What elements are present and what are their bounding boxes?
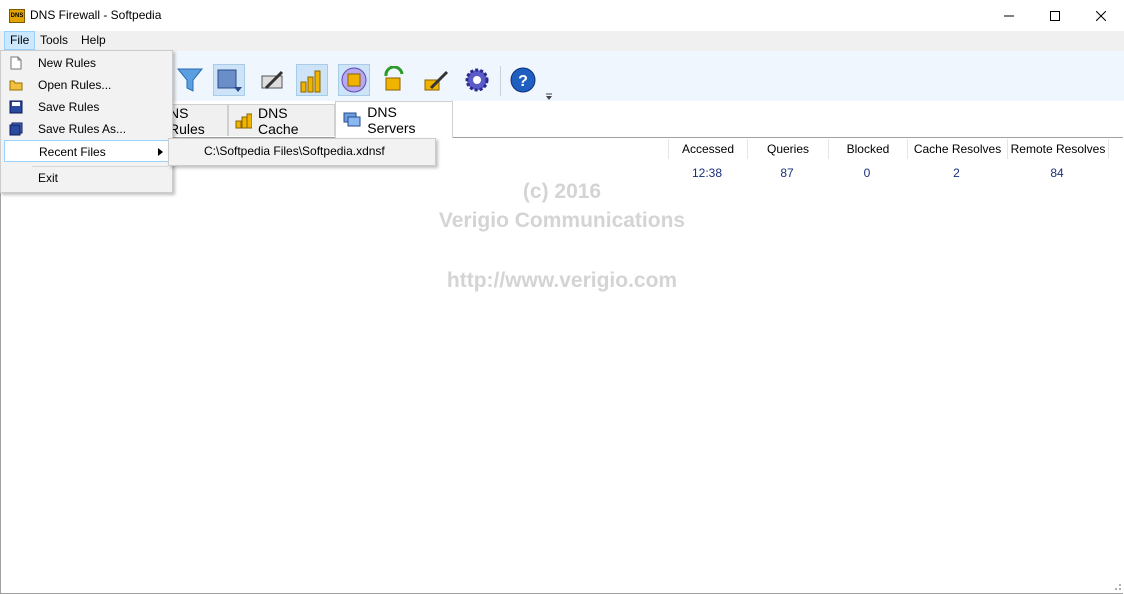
toolbar-separator — [500, 66, 501, 96]
refresh-coins-button[interactable] — [378, 64, 410, 96]
minimize-icon — [1004, 15, 1014, 16]
column-header-accessed[interactable]: Accessed — [668, 139, 747, 159]
save-disk-icon — [9, 100, 23, 114]
cell-cache-resolves: 2 — [953, 166, 960, 180]
new-document-icon — [10, 56, 22, 70]
menu-item-new-rules[interactable]: New Rules — [1, 52, 169, 74]
tab-label: DNS Cache — [258, 104, 299, 137]
chart-button[interactable] — [296, 64, 328, 96]
resize-grip-icon — [1115, 584, 1121, 590]
help-icon: ? — [510, 67, 536, 93]
watermark-copyright: (c) 2016 — [522, 180, 602, 203]
filter-icon — [176, 68, 204, 92]
maximize-icon — [1050, 10, 1060, 21]
menu-item-open-rules[interactable]: Open Rules... — [1, 74, 169, 96]
overflow-icon — [546, 93, 552, 100]
view-dropdown-button[interactable] — [213, 64, 245, 96]
cell-accessed: 12:38 — [691, 166, 723, 180]
tab-label: DNS Servers — [367, 104, 416, 136]
close-button[interactable] — [1078, 0, 1124, 31]
maximize-button[interactable] — [1032, 0, 1078, 31]
watermark-url: http://www.verigio.com — [446, 269, 678, 292]
servers-icon — [343, 112, 361, 127]
dropdown-view-icon — [217, 69, 242, 92]
clear-button[interactable] — [419, 64, 451, 96]
help-button[interactable]: ? — [507, 64, 539, 96]
menu-tools[interactable]: Tools — [35, 31, 73, 50]
column-header-queries[interactable]: Queries — [747, 139, 828, 159]
coins-icon — [341, 67, 367, 93]
minimize-button[interactable] — [986, 0, 1032, 31]
tab-label: NS Rules — [169, 104, 205, 137]
settings-button[interactable] — [461, 64, 493, 96]
open-folder-icon — [9, 80, 23, 91]
coins-button[interactable] — [338, 64, 370, 96]
resize-grip[interactable] — [1110, 579, 1122, 591]
cell-remote-resolves: 84 — [1050, 166, 1064, 180]
cell-blocked: 0 — [863, 166, 871, 180]
tab-dns-servers[interactable]: DNS Servers — [335, 101, 453, 138]
menu-item-save-rules[interactable]: Save Rules — [1, 96, 169, 118]
settings-icon — [465, 68, 489, 92]
column-header-blocked[interactable]: Blocked — [828, 139, 907, 159]
edit-icon — [261, 70, 284, 90]
svg-text:?: ? — [518, 73, 528, 90]
app-icon: DNS — [9, 9, 25, 23]
menu-item-exit[interactable]: Exit — [1, 167, 169, 189]
submenu-arrow-icon — [158, 148, 163, 156]
menu-help[interactable]: Help — [76, 31, 111, 50]
watermark-company: Verigio Communications — [438, 209, 686, 232]
menu-bar — [0, 31, 1124, 51]
close-icon — [1096, 10, 1106, 21]
filter-button[interactable] — [174, 64, 206, 96]
title-bar — [0, 0, 1124, 31]
window-title: DNS Firewall - Softpedia — [30, 8, 162, 22]
column-header-cache-resolves[interactable]: Cache Resolves — [907, 139, 1007, 159]
toolbar-overflow-button[interactable] — [544, 90, 554, 100]
cache-coins-icon — [235, 113, 253, 128]
cell-queries: 87 — [780, 166, 794, 180]
edit-button[interactable] — [256, 64, 288, 96]
chart-icon — [300, 70, 321, 93]
menu-item-recent-files[interactable]: Recent Files — [4, 140, 170, 162]
save-as-icon — [9, 122, 23, 136]
menu-item-save-rules-as[interactable]: Save Rules As... — [1, 118, 169, 140]
column-header-remote-resolves[interactable]: Remote Resolves — [1007, 139, 1109, 159]
refresh-coins-icon — [384, 66, 404, 91]
clear-icon — [424, 70, 449, 91]
tab-dns-cache[interactable]: DNS Cache — [228, 104, 335, 137]
servers-list[interactable] — [0, 137, 1123, 594]
menu-file[interactable]: File — [4, 31, 36, 50]
recent-file-item[interactable]: C:\Softpedia Files\Softpedia.xdnsf — [172, 141, 434, 161]
